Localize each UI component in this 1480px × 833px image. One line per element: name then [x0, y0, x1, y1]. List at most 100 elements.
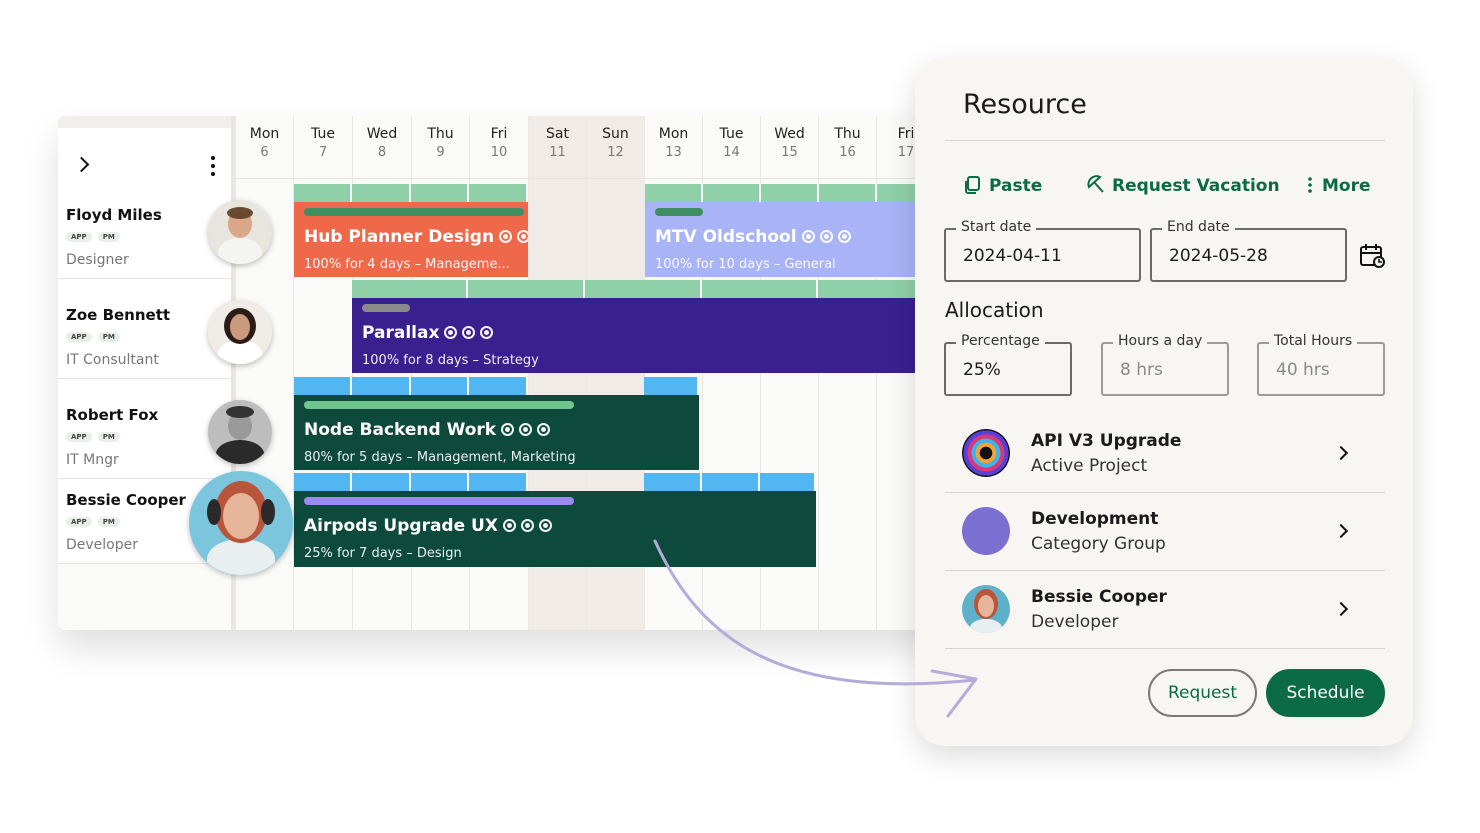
- allocation-heading: Allocation: [945, 298, 1044, 322]
- day-number: 14: [723, 145, 740, 160]
- app-badge: APP: [66, 432, 92, 442]
- booking-title: Airpods Upgrade UX: [304, 516, 552, 536]
- app-badge: APP: [66, 332, 92, 342]
- header-divider: [235, 178, 938, 179]
- panel-title: Resource: [963, 89, 1087, 120]
- pm-badge: PM: [97, 432, 120, 442]
- request-button[interactable]: Request: [1148, 669, 1257, 717]
- hours-a-day-label: Hours a day: [1113, 333, 1208, 349]
- availability-strip: [645, 184, 938, 202]
- day-number: 6: [260, 145, 269, 160]
- booking-subtitle: 25% for 7 days – Design: [304, 546, 462, 561]
- total-hours-value: 40 hrs: [1276, 360, 1330, 380]
- day-name: Sat: [546, 126, 569, 142]
- booking-parallax[interactable]: Parallax 100% for 8 days – Strategy: [352, 298, 938, 373]
- day-header: Mon 13: [645, 116, 702, 178]
- chevron-right-icon[interactable]: [73, 156, 90, 173]
- resource-subtitle: Developer: [1031, 612, 1119, 632]
- note-icon: [819, 230, 833, 243]
- day-number: 15: [781, 145, 798, 160]
- day-header: Mon 6: [236, 116, 293, 178]
- resource-row[interactable]: Zoe Bennett APP PM IT Consultant: [58, 279, 231, 379]
- api-project-icon: [962, 429, 1010, 477]
- kebab-menu-icon[interactable]: [210, 156, 216, 176]
- resource-name: Robert Fox: [66, 406, 159, 424]
- resource-panel: Resource Paste Request Vacation More Sta…: [915, 58, 1413, 746]
- note-icon: [520, 519, 534, 532]
- availability-strip: [294, 473, 816, 491]
- avatar: [962, 585, 1010, 633]
- day-header: Sun 12: [587, 116, 644, 178]
- category-item[interactable]: Development Category Group: [945, 493, 1385, 571]
- clock-icon: [801, 230, 815, 243]
- resource-row[interactable]: Floyd Miles APP PM Designer: [58, 179, 231, 279]
- resource-name: Bessie Cooper: [66, 491, 186, 509]
- chat-icon: [537, 423, 551, 436]
- day-number: 8: [377, 145, 387, 160]
- hours-a-day-field[interactable]: Hours a day 8 hrs: [1101, 333, 1229, 396]
- availability-strip: [294, 184, 528, 202]
- chevron-right-icon[interactable]: [1333, 601, 1349, 617]
- total-hours-field[interactable]: Total Hours 40 hrs: [1257, 333, 1385, 396]
- resource-role: Designer: [66, 252, 129, 268]
- day-name: Sun: [602, 126, 629, 142]
- resource-name: Floyd Miles: [66, 206, 162, 224]
- resource-row[interactable]: Robert Fox APP PM IT Mngr: [58, 379, 231, 479]
- more-vertical-icon: [1308, 177, 1312, 193]
- day-name: Mon: [249, 126, 280, 142]
- more-label: More: [1322, 176, 1371, 196]
- clock-icon: [444, 326, 458, 339]
- day-name: Mon: [658, 126, 689, 142]
- clock-icon: [502, 519, 516, 532]
- scheduler-grid: Mon 6 Tue 7 Wed 8 Thu 9 Fri 10 Sat 11 Sun 12 Mo…: [58, 116, 938, 630]
- project-item[interactable]: API V3 Upgrade Active Project: [945, 415, 1385, 493]
- end-date-label: End date: [1162, 219, 1235, 235]
- day-number: 7: [318, 145, 328, 160]
- request-vacation-action[interactable]: Request Vacation: [1086, 175, 1280, 196]
- booking-hub-planner-design[interactable]: Hub Planner Design 100% for 4 days – Man…: [294, 202, 528, 277]
- day-header: Fri 10: [470, 116, 528, 178]
- booking-progress: [655, 208, 703, 216]
- project-subtitle: Active Project: [1031, 456, 1148, 476]
- booking-title: Parallax: [362, 323, 494, 343]
- booking-subtitle: 80% for 5 days – Management, Marketing: [304, 450, 576, 465]
- note-icon: [519, 423, 533, 436]
- chevron-right-icon[interactable]: [1333, 523, 1349, 539]
- percentage-field[interactable]: Percentage 25%: [944, 333, 1072, 396]
- resource-role: IT Consultant: [66, 352, 159, 368]
- schedule-button[interactable]: Schedule: [1266, 669, 1385, 717]
- booking-title: Node Backend Work: [304, 420, 551, 440]
- total-hours-label: Total Hours: [1269, 333, 1358, 349]
- start-date-value: 2024-04-11: [963, 246, 1062, 266]
- note-icon: [462, 326, 476, 339]
- chat-icon: [837, 230, 851, 243]
- booking-title: Hub Planner Design: [304, 227, 528, 247]
- day-name: Fri: [490, 126, 508, 142]
- beach-umbrella-icon: [1087, 175, 1104, 193]
- calendar-refresh-icon[interactable]: [1359, 242, 1387, 270]
- availability-strip: [352, 280, 938, 298]
- booking-mtv-oldschool[interactable]: MTV Oldschool 100% for 10 days – General: [645, 202, 938, 277]
- avatar-robert-fox: [208, 400, 272, 464]
- pm-badge: PM: [97, 232, 120, 242]
- day-number: 13: [665, 145, 682, 160]
- day-number: 10: [490, 145, 508, 160]
- clock-icon: [499, 230, 513, 243]
- day-name: Thu: [427, 126, 454, 142]
- booking-node-backend-work[interactable]: Node Backend Work 80% for 5 days – Manag…: [294, 395, 699, 470]
- project-title: API V3 Upgrade: [1031, 431, 1182, 451]
- start-date-field[interactable]: Start date 2024-04-11: [944, 219, 1141, 282]
- percentage-label: Percentage: [956, 333, 1045, 349]
- end-date-field[interactable]: End date 2024-05-28: [1150, 219, 1347, 282]
- booking-airpods-upgrade-ux[interactable]: Airpods Upgrade UX 25% for 7 days – Desi…: [294, 491, 816, 567]
- more-action[interactable]: More: [1304, 175, 1371, 196]
- resource-item[interactable]: Bessie Cooper Developer: [945, 571, 1385, 649]
- paste-action[interactable]: Paste: [963, 175, 1042, 196]
- booking-subtitle: 100% for 4 days – Manageme...: [304, 257, 510, 272]
- chevron-right-icon[interactable]: [1333, 445, 1349, 461]
- day-name: Tue: [311, 126, 335, 142]
- day-header: Sat 11: [529, 116, 586, 178]
- booking-progress: [304, 401, 574, 409]
- day-number: 16: [839, 145, 856, 160]
- resource-badges: APP PM: [66, 332, 126, 342]
